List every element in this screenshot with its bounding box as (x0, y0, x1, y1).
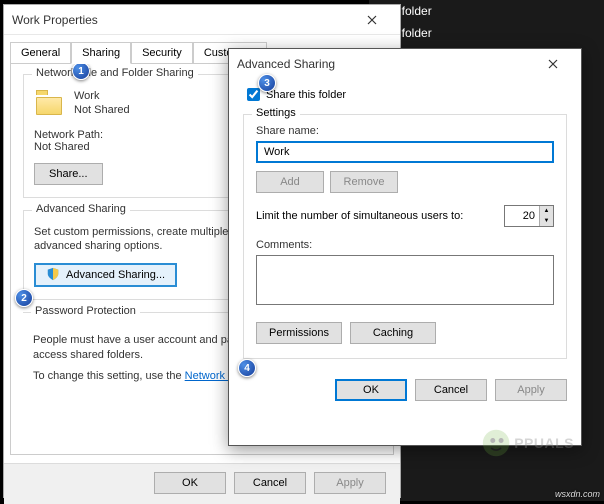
tab-security[interactable]: Security (131, 42, 193, 64)
callout-2: 2 (15, 289, 33, 307)
properties-title-bar[interactable]: Work Properties (4, 5, 400, 35)
share-button[interactable]: Share... (34, 163, 103, 185)
settings-group-label: Settings (252, 107, 300, 119)
shield-icon (46, 267, 60, 284)
file-type-label: File folder (369, 0, 604, 22)
tab-general[interactable]: General (10, 42, 71, 64)
advanced-sharing-title: Advanced Sharing (237, 57, 533, 71)
limit-users-spinner[interactable]: ▲ ▼ (504, 205, 554, 227)
folder-name: Work (74, 89, 130, 103)
limit-users-input[interactable] (505, 206, 539, 226)
properties-title: Work Properties (12, 13, 352, 27)
add-button[interactable]: Add (256, 171, 324, 193)
ok-button[interactable]: OK (335, 379, 407, 401)
tab-sharing[interactable]: Sharing (71, 42, 131, 64)
ok-button[interactable]: OK (154, 472, 226, 494)
spinner-up-icon[interactable]: ▲ (540, 206, 553, 216)
cancel-button[interactable]: Cancel (415, 379, 487, 401)
callout-4: 4 (238, 359, 256, 377)
share-this-folder-checkbox[interactable]: Share this folder (229, 79, 581, 110)
close-icon[interactable] (533, 52, 573, 76)
advanced-sharing-title-bar[interactable]: Advanced Sharing (229, 49, 581, 79)
advanced-sharing-dialog: Advanced Sharing Share this folder Setti… (228, 48, 582, 446)
password-protection-line2-prefix: To change this setting, use the (33, 370, 185, 382)
share-name-label: Share name: (256, 125, 554, 137)
advanced-sharing-button[interactable]: Advanced Sharing... (34, 263, 177, 287)
share-this-folder-input[interactable] (247, 88, 260, 101)
file-type-label: File folder (369, 22, 604, 44)
comments-label: Comments: (256, 239, 554, 251)
limit-users-label: Limit the number of simultaneous users t… (256, 210, 463, 222)
group-label: Password Protection (31, 305, 140, 317)
share-this-folder-label: Share this folder (266, 89, 346, 101)
apply-button[interactable]: Apply (495, 379, 567, 401)
remove-button[interactable]: Remove (330, 171, 398, 193)
appuals-logo: PPUALS (482, 423, 574, 463)
settings-group: Settings Share name: Add Remove Limit th… (243, 114, 567, 359)
callout-1: 1 (72, 62, 90, 80)
share-status: Not Shared (74, 103, 130, 117)
close-icon[interactable] (352, 8, 392, 32)
caching-button[interactable]: Caching (350, 322, 436, 344)
callout-3: 3 (258, 74, 276, 92)
comments-input[interactable] (256, 255, 554, 305)
group-label: Network File and Folder Sharing (32, 67, 198, 79)
folder-icon (34, 89, 66, 117)
properties-footer: OK Cancel Apply (4, 463, 400, 504)
group-label: Advanced Sharing (32, 203, 130, 215)
share-name-input[interactable] (256, 141, 554, 163)
advanced-sharing-footer: OK Cancel Apply (229, 369, 581, 413)
permissions-button[interactable]: Permissions (256, 322, 342, 344)
spinner-down-icon[interactable]: ▼ (540, 216, 553, 226)
watermark: wsxdn.com (555, 489, 600, 499)
cancel-button[interactable]: Cancel (234, 472, 306, 494)
apply-button[interactable]: Apply (314, 472, 386, 494)
appuals-brand-text: PPUALS (514, 435, 574, 451)
advanced-sharing-button-label: Advanced Sharing... (66, 269, 165, 281)
